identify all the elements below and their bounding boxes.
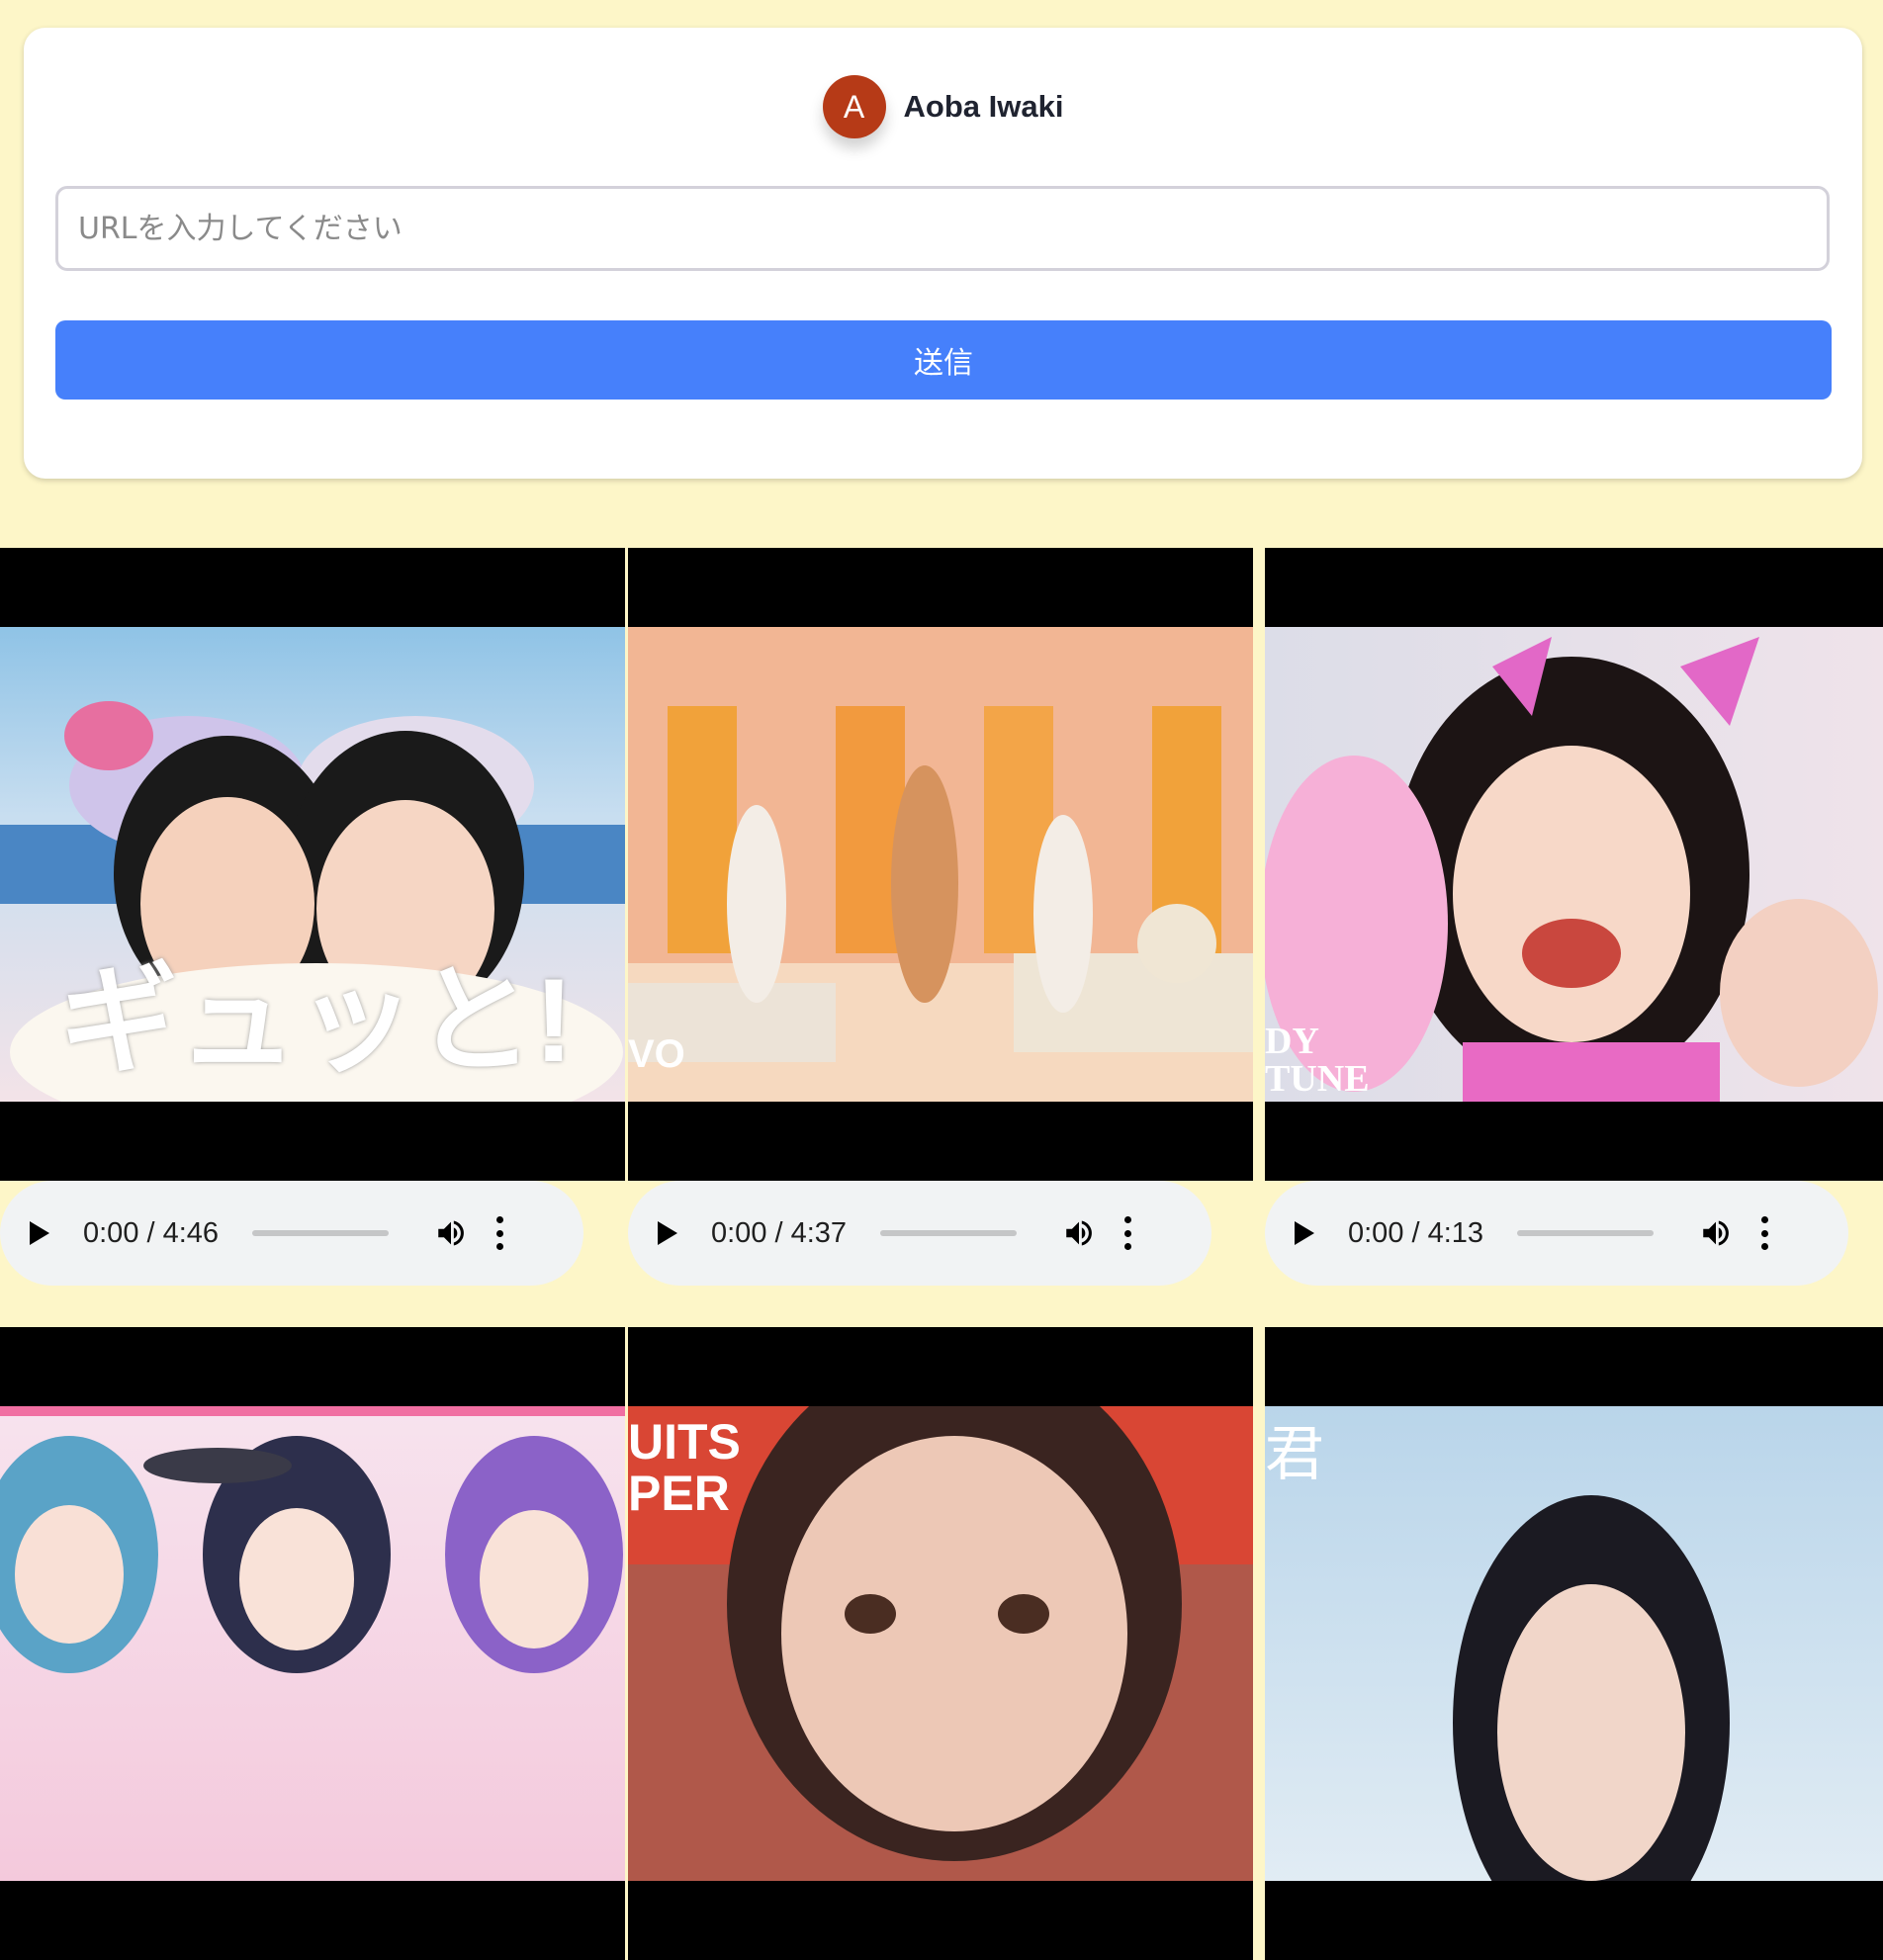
thumbnail-art (0, 1406, 625, 1673)
thumbnail-caption: VO (628, 1032, 685, 1076)
volume-icon[interactable] (1062, 1216, 1096, 1250)
video-player[interactable]: ギュッと! (0, 548, 625, 1181)
video-player[interactable]: DY TUNE (1265, 548, 1883, 1181)
audio-progress[interactable] (1517, 1230, 1655, 1236)
url-form-card: A Aoba Iwaki 送信 (24, 28, 1862, 479)
video-thumbnail: ギュッと! (0, 627, 625, 1102)
play-icon[interactable] (30, 1221, 49, 1245)
thumbnail-caption: 君 (1265, 1420, 1324, 1489)
video-player[interactable]: 君 (1265, 1327, 1883, 1960)
avatar[interactable]: A (822, 75, 886, 138)
send-button[interactable]: 送信 (55, 320, 1832, 400)
volume-icon[interactable] (1699, 1216, 1733, 1250)
video-player[interactable]: VO (628, 548, 1253, 1181)
video-player[interactable] (0, 1327, 625, 1960)
audio-time: 0:00 / 4:37 (711, 1216, 848, 1249)
more-options-icon[interactable] (495, 1216, 503, 1250)
user-name: Aoba Iwaki (903, 89, 1064, 124)
video-thumbnail: VO (628, 627, 1253, 1102)
audio-player[interactable]: 0:00 / 4:13 (1265, 1181, 1848, 1286)
audio-progress[interactable] (880, 1230, 1018, 1236)
url-input[interactable] (55, 186, 1830, 271)
video-player[interactable]: UITS PER (628, 1327, 1253, 1960)
video-thumbnail (0, 1406, 625, 1881)
more-options-icon[interactable] (1123, 1216, 1131, 1250)
audio-player[interactable]: 0:00 / 4:37 (628, 1181, 1211, 1286)
thumbnail-art (1453, 1495, 1730, 1881)
audio-time: 0:00 / 4:46 (83, 1216, 220, 1249)
thumbnail-art (628, 706, 1253, 1102)
thumbnail-caption: ギュッと! (59, 954, 574, 1087)
thumbnail-caption: DY TUNE (1265, 1021, 1370, 1100)
play-icon[interactable] (1295, 1221, 1314, 1245)
volume-icon[interactable] (434, 1216, 468, 1250)
video-thumbnail: 君 (1265, 1406, 1883, 1881)
audio-progress[interactable] (252, 1230, 390, 1236)
user-header: A Aoba Iwaki (24, 75, 1862, 138)
more-options-icon[interactable] (1760, 1216, 1768, 1250)
video-thumbnail: DY TUNE (1265, 627, 1883, 1102)
play-icon[interactable] (658, 1221, 677, 1245)
audio-player[interactable]: 0:00 / 4:46 (0, 1181, 583, 1286)
thumbnail-caption: UITS PER (628, 1414, 741, 1521)
video-thumbnail: UITS PER (628, 1406, 1253, 1881)
audio-time: 0:00 / 4:13 (1348, 1216, 1484, 1249)
